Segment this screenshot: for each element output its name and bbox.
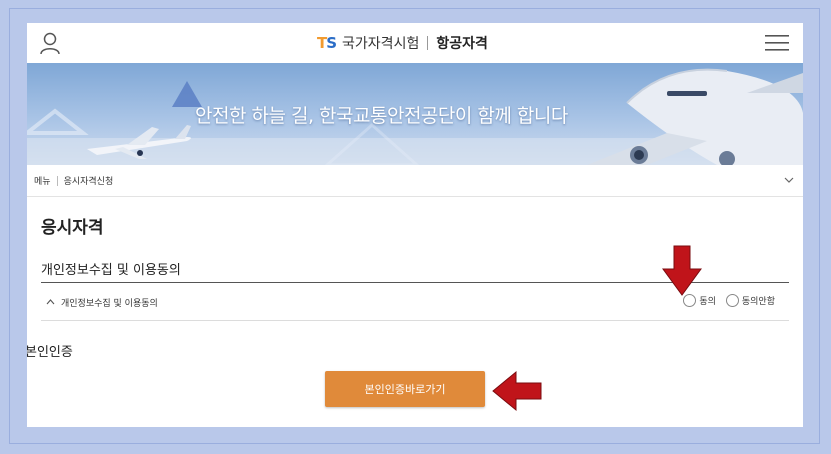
red-arrow-left-icon xyxy=(492,370,542,412)
top-header: TS 국가자격시험 항공자격 xyxy=(27,23,803,63)
ts-logo: TS xyxy=(317,34,337,52)
red-arrow-down-icon xyxy=(662,245,702,296)
disagree-option[interactable]: 동의안함 xyxy=(725,294,775,307)
hero-banner: 안전한 하늘 길, 한국교통안전공단이 함께 합니다 xyxy=(27,63,803,165)
page-title: 응시자격 xyxy=(41,218,104,238)
banner-slogan: 안전한 하늘 길, 한국교통안전공단이 함께 합니다 xyxy=(195,105,568,127)
breadcrumb-divider xyxy=(56,175,58,186)
privacy-heading: 개인정보수집 및 이용동의 xyxy=(41,263,181,278)
disagree-label: 동의안함 xyxy=(741,297,775,307)
identity-verify-button[interactable]: 본인인증바로가기 xyxy=(325,371,485,407)
section-name: 항공자격 xyxy=(436,36,488,52)
breadcrumb-current: 응시자격신청 xyxy=(63,177,114,187)
verify-heading: 본인인증 xyxy=(27,345,73,360)
brand-divider xyxy=(427,36,429,50)
breadcrumb-menu[interactable]: 메뉴 xyxy=(34,174,51,187)
user-icon[interactable] xyxy=(39,31,61,55)
mobile-page: TS 국가자격시험 항공자격 안전한 하늘 길, 한국교통안전공단이 함께 합니… xyxy=(27,23,803,427)
agency-name: 국가자격시험 xyxy=(342,36,420,52)
hamburger-menu-icon[interactable] xyxy=(765,35,789,51)
consent-toggle-label[interactable]: 개인정보수집 및 이용동의 xyxy=(61,296,158,309)
brand-logo[interactable]: TS 국가자격시험 항공자격 xyxy=(317,32,488,54)
chevron-up-icon[interactable] xyxy=(46,298,55,305)
chevron-down-icon[interactable] xyxy=(783,174,795,186)
breadcrumb: 메뉴 응시자격신청 xyxy=(27,165,803,197)
disagree-radio[interactable] xyxy=(725,294,739,307)
